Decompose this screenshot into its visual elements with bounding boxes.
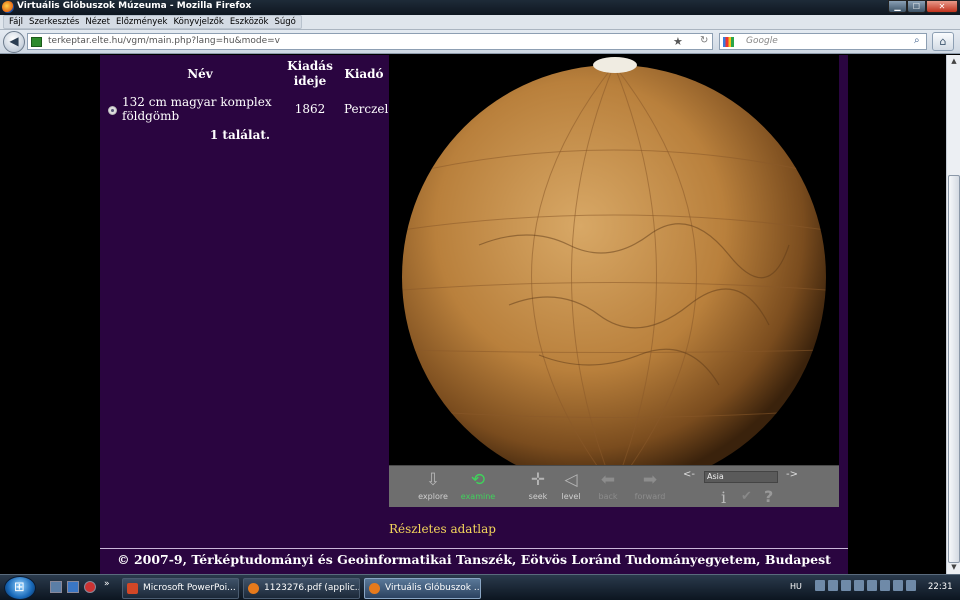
footer-copyright: © 2007-9, Térképtudományi és Geoinformat… xyxy=(117,552,831,567)
forward-view-arrow-icon: ➡ xyxy=(642,470,658,490)
taskbar-item-pdf[interactable]: 1123276.pdf (applic... xyxy=(243,578,360,599)
reload-icon[interactable]: ↻ xyxy=(700,35,708,46)
footer-divider xyxy=(100,548,848,549)
menu-history[interactable]: Előzmények xyxy=(113,16,170,28)
result-date: 1862 xyxy=(294,102,326,116)
search-icon[interactable]: ⌕ xyxy=(914,35,920,46)
minimize-button[interactable]: ▁ xyxy=(888,0,907,13)
column-header-date-line1: Kiadás xyxy=(287,59,333,73)
google-icon[interactable] xyxy=(723,37,734,47)
scroll-up-arrow-icon[interactable]: ▲ xyxy=(948,55,960,68)
back-view-label: back xyxy=(598,492,618,501)
window-title: Virtuális Glóbuszok Múzeuma - Mozilla Fi… xyxy=(17,1,252,11)
home-button[interactable]: ⌂ xyxy=(932,32,954,51)
language-indicator[interactable]: HU xyxy=(790,582,802,591)
start-button[interactable]: ⊞ xyxy=(4,576,36,600)
result-radio-button[interactable] xyxy=(108,106,117,115)
result-publisher: Perczel xyxy=(344,102,389,116)
search-bar[interactable]: Google ⌕ xyxy=(719,33,927,50)
viewpoint-select[interactable]: Asia xyxy=(704,471,778,483)
next-view-arrow[interactable]: -> xyxy=(786,469,798,480)
firefox-icon xyxy=(248,583,259,594)
tray-app-icon[interactable] xyxy=(880,580,890,591)
powerpoint-icon xyxy=(127,583,138,594)
tray-network-icon[interactable] xyxy=(815,580,825,591)
menu-view[interactable]: Nézet xyxy=(82,16,113,28)
maximize-button[interactable]: ☐ xyxy=(907,0,926,13)
window-titlebar: Virtuális Glóbuszok Múzeuma - Mozilla Fi… xyxy=(0,0,960,15)
windows-logo-icon: ⊞ xyxy=(14,580,25,595)
tray-volume-icon[interactable] xyxy=(906,580,916,591)
home-icon: ⌂ xyxy=(939,35,947,48)
close-button[interactable]: ✕ xyxy=(926,0,958,13)
taskbar-item-globe-museum[interactable]: Virtuális Glóbuszok ... xyxy=(364,578,481,599)
check-icon[interactable]: ✔ xyxy=(741,489,752,504)
column-header-date-line2: ideje xyxy=(293,74,327,88)
explore-icon: ⇩ xyxy=(425,470,441,490)
museum-page: Név Kiadás ideje Kiadó 132 cm magyar kom… xyxy=(100,55,848,574)
taskbar-item-label: 1123276.pdf (applic... xyxy=(264,583,360,593)
forward-view-label: forward xyxy=(634,492,666,501)
menu-tools[interactable]: Eszközök xyxy=(227,16,272,28)
column-header-publisher: Kiadó xyxy=(344,67,384,81)
result-count: 1 találat. xyxy=(209,128,271,142)
quicklaunch-more-icon[interactable]: » xyxy=(104,579,110,589)
menu-bookmarks[interactable]: Könyvjelzők xyxy=(170,16,226,28)
menu-edit[interactable]: Szerkesztés xyxy=(26,16,82,28)
menu-help[interactable]: Súgó xyxy=(271,16,298,28)
back-view-button[interactable]: ⬅ back xyxy=(586,468,630,506)
column-header-date: Kiadás ideje xyxy=(283,59,337,89)
details-link[interactable]: Részletes adatlap xyxy=(389,522,496,536)
forward-view-button[interactable]: ➡ forward xyxy=(628,468,672,506)
info-icon[interactable]: i xyxy=(721,488,726,507)
back-arrow-icon: ◀ xyxy=(9,34,19,48)
bookmark-star-icon[interactable]: ★ xyxy=(673,35,683,48)
help-icon[interactable]: ? xyxy=(764,487,773,506)
tray-app-icon[interactable] xyxy=(854,580,864,591)
examine-rotate-icon: ⟲ xyxy=(470,470,486,490)
firefox-icon xyxy=(369,583,380,594)
switch-windows-icon[interactable] xyxy=(67,581,79,593)
site-favicon-icon xyxy=(31,37,42,47)
tray-app-icon[interactable] xyxy=(841,580,851,591)
menu-file[interactable]: Fájl xyxy=(6,16,26,28)
back-button[interactable]: ◀ xyxy=(3,31,25,53)
result-name[interactable]: 132 cm magyar komplex földgömb xyxy=(122,95,272,123)
media-player-icon[interactable] xyxy=(84,581,96,593)
windows-taskbar: ⊞ » Microsoft PowerPoi... 1123276.pdf (a… xyxy=(0,574,960,600)
navigation-toolbar: ◀ terkeptar.elte.hu/vgm/main.php?lang=hu… xyxy=(0,30,960,54)
globe-image[interactable] xyxy=(389,55,839,465)
system-tray xyxy=(815,580,916,591)
back-view-arrow-icon: ⬅ xyxy=(600,470,616,490)
results-table: Név Kiadás ideje Kiadó 132 cm magyar kom… xyxy=(100,55,389,155)
previous-view-arrow[interactable]: <- xyxy=(683,469,695,480)
search-placeholder: Google xyxy=(746,36,778,46)
vertical-scrollbar[interactable]: ▲ ▼ xyxy=(946,55,960,574)
taskbar-item-label: Microsoft PowerPoi... xyxy=(143,583,236,593)
page-viewport: Név Kiadás ideje Kiadó 132 cm magyar kom… xyxy=(0,55,946,574)
scroll-down-arrow-icon[interactable]: ▼ xyxy=(948,561,960,574)
scroll-thumb[interactable] xyxy=(948,175,960,563)
url-bar[interactable]: terkeptar.elte.hu/vgm/main.php?lang=hu&m… xyxy=(27,33,713,50)
menu-bar: Fájl Szerkesztés Nézet Előzmények Könyvj… xyxy=(0,15,960,30)
tray-app-icon[interactable] xyxy=(867,580,877,591)
taskbar-clock[interactable]: 22:31 xyxy=(928,582,953,592)
taskbar-item-powerpoint[interactable]: Microsoft PowerPoi... xyxy=(122,578,239,599)
taskbar-item-label: Virtuális Glóbuszok ... xyxy=(385,583,481,593)
url-text: terkeptar.elte.hu/vgm/main.php?lang=hu&m… xyxy=(48,36,280,46)
firefox-logo-icon xyxy=(2,1,14,13)
column-header-name: Név xyxy=(187,67,213,81)
globe-3d-viewer[interactable] xyxy=(389,55,839,465)
tray-security-icon[interactable] xyxy=(828,580,838,591)
show-desktop-icon[interactable] xyxy=(50,581,62,593)
menu-list: Fájl Szerkesztés Nézet Előzmények Könyvj… xyxy=(3,15,302,29)
explore-tool-button[interactable]: ⇩ explore xyxy=(411,468,455,506)
viewer-toolbar: ⇩ explore ⟲ examine ✛ seek ◁ level ⬅ bac… xyxy=(389,465,839,507)
examine-label: examine xyxy=(460,492,496,501)
examine-tool-button[interactable]: ⟲ examine xyxy=(456,468,500,506)
tray-app-icon[interactable] xyxy=(893,580,903,591)
explore-label: explore xyxy=(418,492,448,501)
